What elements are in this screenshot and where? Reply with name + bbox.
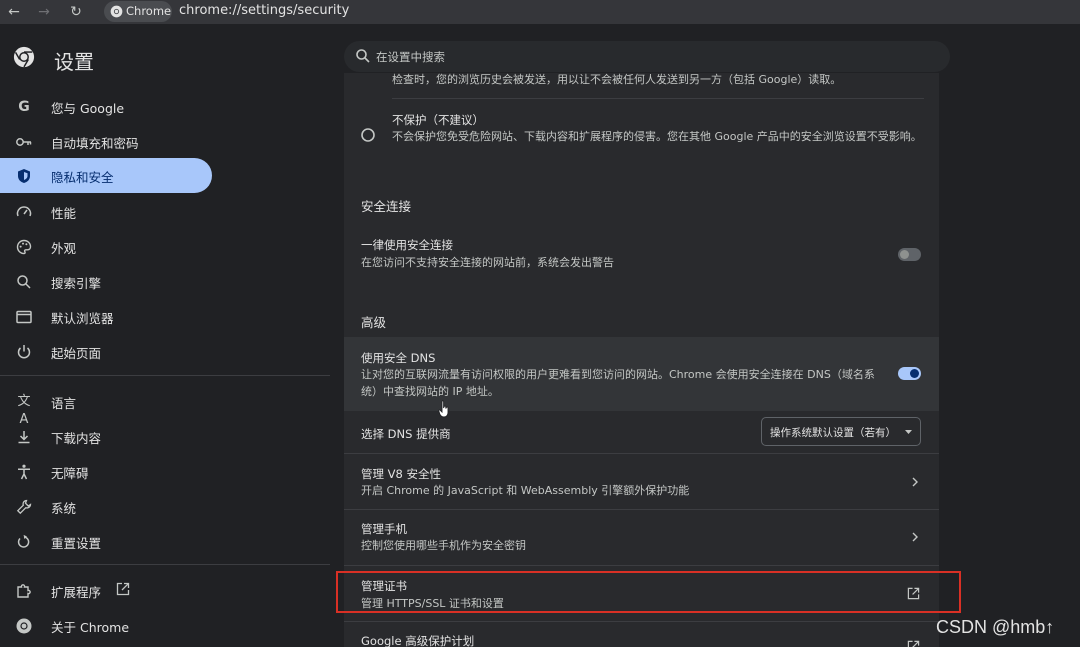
v8-security-row[interactable]: 管理 V8 安全性 开启 Chrome 的 JavaScript 和 WebAs… [344,454,939,509]
sidebar-item-label: 扩展程序 [51,585,102,600]
sidebar-item-downloads[interactable]: 下载内容 [0,419,212,454]
v8-title: 管理 V8 安全性 [361,467,441,481]
dropdown-arrow-icon [905,430,912,434]
advanced-protection-title: Google 高级保护计划 [361,634,475,647]
sidebar-divider [0,375,330,376]
chrome-logo-icon [13,46,35,68]
search-icon [356,49,370,63]
sidebar-item-system[interactable]: 系统 [0,489,212,524]
secure-dns-title: 使用安全 DNS [361,351,436,365]
always-https-desc: 在您访问不支持安全连接的网站前，系统会发出警告 [361,256,614,269]
wrench-icon [16,499,32,515]
sidebar-item-label: 隐私和安全 [51,170,114,185]
shield-icon [18,169,30,183]
highlight-box [336,571,961,613]
chrome-icon [110,5,123,18]
accessibility-icon [18,464,30,480]
chevron-right-icon [912,477,918,487]
chevron-right-icon [912,532,918,542]
phones-desc: 控制您使用哪些手机作为安全密钥 [361,539,526,552]
sidebar-item-about-chrome[interactable]: 关于 Chrome [0,608,212,643]
advanced-heading: 高级 [361,315,387,330]
sidebar-item-search-engine[interactable]: 搜索引擎 [0,264,212,299]
sidebar-item-label: 默认浏览器 [51,311,114,326]
divider [392,98,924,99]
site-chip-label: Chrome [126,4,172,18]
sidebar-item-performance[interactable]: 性能 [0,194,212,229]
page-title: 设置 [54,50,94,74]
secure-dns-desc: 让对您的互联网流量有访问权限的用户更难看到您访问的网站。Chrome 会使用安全… [361,368,875,398]
sidebar-item-label: 起始页面 [51,346,102,361]
sidebar-item-privacy[interactable]: 隐私和安全 [0,158,212,193]
dns-provider-selected: 操作系统默认设置（若有） [770,427,896,439]
download-icon [18,431,30,444]
dns-provider-select[interactable]: 操作系统默认设置（若有） [761,417,921,446]
sidebar-item-label: 下载内容 [51,431,102,446]
secure-dns-row[interactable]: 使用安全 DNS 让对您的互联网流量有访问权限的用户更难看到您访问的网站。Chr… [344,337,939,418]
phones-title: 管理手机 [361,522,407,536]
palette-icon [16,239,32,255]
toggle-knob [900,250,909,259]
no-protection-title: 不保护（不建议） [392,113,484,127]
google-icon: G [18,99,30,115]
puzzle-icon [17,584,31,598]
sidebar-item-autofill[interactable]: 自动填充和密码 [0,124,212,159]
speedometer-icon [16,206,32,217]
browser-toolbar: ← → ↻ Chrome chrome://settings/security [0,0,1080,24]
translate-icon: 文A [17,394,31,427]
sidebar-item-languages[interactable]: 文A 语言 [0,384,212,427]
advanced-protection-row[interactable]: Google 高级保护计划 [344,622,939,647]
sidebar-item-on-startup[interactable]: 起始页面 [0,334,212,369]
always-https-toggle[interactable] [898,248,921,261]
forward-icon[interactable]: → [34,2,54,22]
external-link-icon [116,582,130,596]
search-icon [17,275,31,289]
secure-connections-heading: 安全连接 [361,199,412,214]
always-https-row[interactable]: 一律使用安全连接 在您访问不支持安全连接的网站前，系统会发出警告 [344,231,939,277]
manage-phones-row[interactable]: 管理手机 控制您使用哪些手机作为安全密钥 [344,510,939,565]
reset-icon [17,534,30,548]
sidebar-item-label: 语言 [51,396,77,411]
security-settings-card: 检查时，您的浏览历史会被发送，用以让不会被任何人发送到另一方（包括 Google… [344,73,939,647]
sidebar-item-extensions[interactable]: 扩展程序 [0,573,212,608]
dns-provider-row: 选择 DNS 提供商 操作系统默认设置（若有） [344,411,939,453]
site-chip[interactable]: Chrome [104,1,172,22]
reload-icon[interactable]: ↻ [66,2,86,22]
v8-desc: 开启 Chrome 的 JavaScript 和 WebAssembly 引擎额… [361,484,690,497]
search-input[interactable]: 在设置中搜索 [376,49,445,65]
sidebar-item-label: 重置设置 [51,536,102,551]
sidebar-item-label: 无障碍 [51,466,89,481]
sidebar-item-you-and-google[interactable]: G 您与 Google [0,89,212,124]
back-icon[interactable]: ← [4,2,24,22]
no-protection-option[interactable]: 不保护（不建议） 不会保护您免受危险网站、下载内容和扩展程序的侵害。您在其他 G… [344,100,939,168]
external-link-icon [907,640,920,647]
browser-window-icon [16,310,32,324]
sidebar-item-label: 关于 Chrome [51,620,130,635]
secure-dns-toggle[interactable] [898,367,921,380]
toggle-knob [910,369,919,378]
sidebar-item-appearance[interactable]: 外观 [0,229,212,264]
cut-off-description: 检查时，您的浏览历史会被发送，用以让不会被任何人发送到另一方（包括 Google… [392,73,842,85]
radio-button[interactable] [361,128,375,142]
sidebar-item-label: 您与 Google [51,101,125,116]
no-protection-desc: 不会保护您免受危险网站、下载内容和扩展程序的侵害。您在其他 Google 产品中… [392,130,922,143]
settings-search[interactable]: 在设置中搜索 [344,41,950,72]
sidebar-item-label: 外观 [51,241,77,256]
sidebar-item-label: 系统 [51,501,77,516]
sidebar-item-accessibility[interactable]: 无障碍 [0,454,212,489]
dns-provider-label: 选择 DNS 提供商 [361,427,451,441]
sidebar-item-label: 性能 [51,206,77,221]
address-bar[interactable]: chrome://settings/security [179,3,349,18]
always-https-title: 一律使用安全连接 [361,238,453,252]
chrome-icon [16,618,32,634]
sidebar-item-label: 搜索引擎 [51,276,102,291]
power-icon [17,345,31,359]
sidebar-item-label: 自动填充和密码 [51,136,139,151]
sidebar-divider [0,564,330,565]
watermark: CSDN @hmb↑ [936,617,1055,637]
sidebar-item-default-browser[interactable]: 默认浏览器 [0,299,212,334]
sidebar-item-reset[interactable]: 重置设置 [0,524,212,559]
key-icon [16,138,32,146]
